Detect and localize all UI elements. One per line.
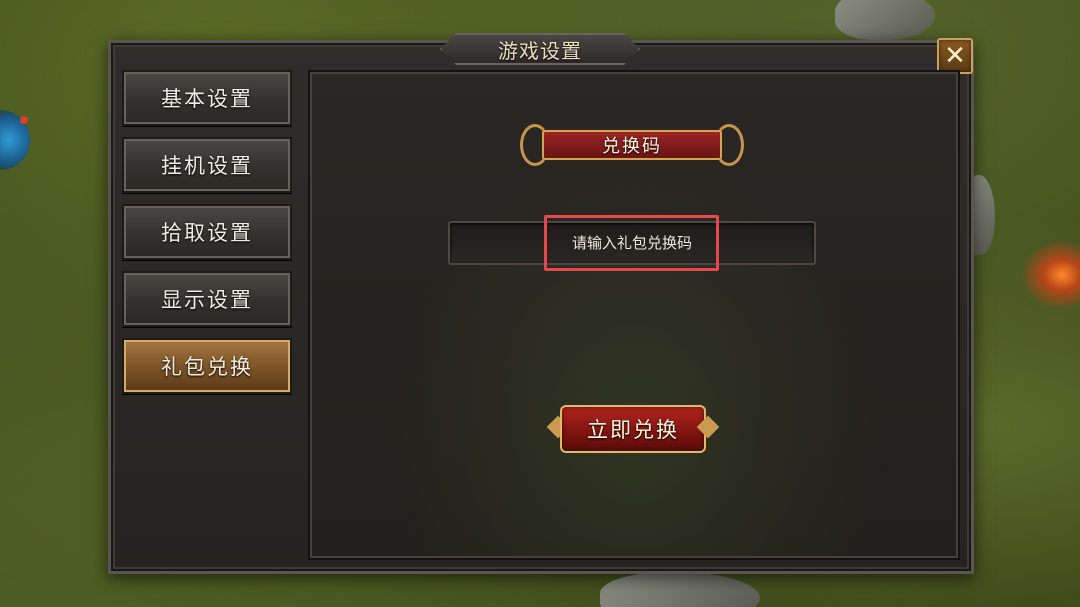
sidebar-item-label: 礼包兑换	[161, 355, 253, 379]
window-title-plate: 游戏设置	[440, 33, 640, 65]
notification-dot	[20, 116, 28, 124]
sidebar-item-gift-redeem[interactable]: 礼包兑换	[122, 338, 292, 394]
sidebar-item-idle-settings[interactable]: 挂机设置	[122, 137, 292, 193]
ornament-right	[714, 124, 744, 166]
sidebar-item-display-settings[interactable]: 显示设置	[122, 271, 292, 327]
background-rock	[835, 0, 935, 40]
redeem-now-button[interactable]: 立即兑换	[546, 403, 720, 455]
redeem-code-heading: 兑换码	[520, 124, 744, 166]
settings-sidebar: 基本设置 挂机设置 拾取设置 显示设置 礼包兑换	[122, 70, 292, 560]
window-title: 游戏设置	[498, 38, 582, 63]
close-icon: ✕	[944, 41, 966, 71]
sidebar-item-pickup-settings[interactable]: 拾取设置	[122, 204, 292, 260]
redeem-now-label: 立即兑换	[587, 418, 679, 442]
sidebar-item-basic-settings[interactable]: 基本设置	[122, 70, 292, 126]
campfire	[1020, 240, 1080, 310]
background-rock	[600, 572, 760, 607]
redeem-code-field	[448, 221, 816, 265]
redeem-code-heading-label: 兑换码	[602, 136, 662, 157]
sidebar-item-label: 挂机设置	[161, 154, 253, 178]
redeem-code-input[interactable]	[450, 223, 814, 263]
sidebar-item-label: 显示设置	[161, 288, 253, 312]
sidebar-item-label: 基本设置	[161, 87, 253, 111]
sidebar-item-label: 拾取设置	[161, 221, 253, 245]
close-button[interactable]: ✕	[937, 38, 973, 74]
